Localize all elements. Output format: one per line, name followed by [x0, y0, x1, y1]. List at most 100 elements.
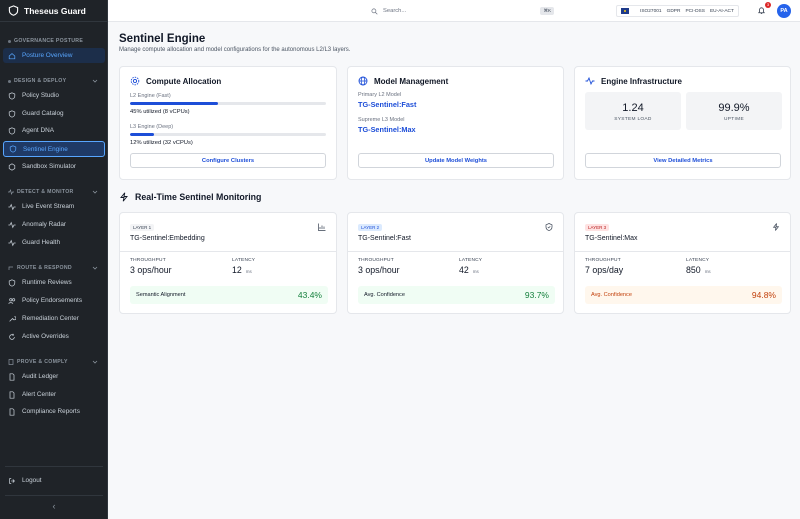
chart-icon — [318, 223, 326, 231]
metric-label: Avg. Confidence — [591, 292, 632, 298]
sidebar-item-guard-catalog[interactable]: Guard Catalog — [3, 106, 105, 121]
chevron-down-icon — [92, 79, 98, 83]
sidebar-item-anomaly-radar[interactable]: Anomaly Radar — [3, 217, 105, 232]
logout-icon — [9, 477, 15, 484]
sidebar-item-audit-ledger[interactable]: Audit Ledger — [3, 369, 105, 384]
pulse-icon — [8, 221, 16, 228]
section-prove-comply[interactable]: PROVE & COMPLY — [0, 355, 108, 369]
card-title: Model Management — [374, 76, 449, 86]
latency-value: 850 ms — [686, 265, 711, 275]
wrench-icon — [9, 315, 16, 322]
bolt-icon — [120, 192, 128, 202]
bolt-icon — [772, 223, 780, 231]
sidebar-item-label: Audit Ledger — [22, 373, 59, 380]
logout-button[interactable]: Logout — [3, 473, 105, 488]
throughput-label: THROUGHPUT — [585, 258, 621, 263]
pulse-icon — [8, 189, 14, 195]
sidebar-item-label: Guard Health — [22, 239, 61, 246]
section-dot — [8, 79, 11, 83]
refresh-icon — [9, 333, 15, 340]
globe-icon — [358, 76, 368, 86]
section-title: PROVE & COMPLY — [17, 359, 68, 365]
section-title: GOVERNANCE POSTURE — [14, 38, 84, 44]
l3-progress-bar — [130, 133, 326, 136]
sidebar-item-guard-health[interactable]: Guard Health — [3, 235, 105, 250]
shield-icon — [9, 145, 17, 153]
sidebar-item-live-event-stream[interactable]: Live Event Stream — [3, 199, 105, 214]
app-name: Theseus Guard — [24, 5, 86, 16]
sidebar-item-sentinel-engine[interactable]: Sentinel Engine — [3, 141, 105, 157]
uptime-stat: 99.9% UPTIME — [686, 92, 782, 130]
section-design-deploy[interactable]: DESIGN & DEPLOY — [0, 74, 108, 88]
sidebar-item-policy-endorsements[interactable]: Policy Endorsements — [3, 293, 105, 308]
layer-1-card: LAYER 1 TG-Sentinel:Embedding THROUGHPUT… — [119, 212, 337, 314]
throughput-value: 3 ops/hour — [130, 265, 172, 275]
chevron-down-icon — [92, 360, 98, 364]
primary-model-value: TG-Sentinel:Fast — [358, 100, 417, 109]
bell-icon[interactable] — [757, 6, 766, 15]
section-governance-posture: GOVERNANCE POSTURE — [0, 34, 108, 48]
latency-label: LATENCY — [686, 258, 710, 263]
sidebar-item-compliance-reports[interactable]: Compliance Reports — [3, 404, 105, 419]
sidebar-item-active-overrides[interactable]: Active Overrides — [3, 329, 105, 344]
sidebar-item-label: Sentinel Engine — [23, 145, 68, 153]
compliance-badges[interactable]: ISO27001 GDPR PCI-DSS EU-AI-ACT — [616, 5, 739, 17]
document-icon — [9, 407, 15, 416]
route-icon — [8, 266, 13, 270]
page-title: Sentinel Engine — [119, 33, 206, 45]
primary-model-label: Primary L2 Model — [358, 92, 402, 98]
uptime-label: UPTIME — [724, 117, 744, 122]
sidebar-item-alert-center[interactable]: Alert Center — [3, 387, 105, 402]
section-route-respond[interactable]: ROUTE & RESPOND — [0, 261, 108, 275]
section-title: ROUTE & RESPOND — [17, 265, 72, 271]
model-management-card: Model Management Primary L2 Model TG-Sen… — [347, 66, 564, 180]
chevron-down-icon — [92, 190, 98, 194]
section-title: DETECT & MONITOR — [17, 189, 74, 195]
update-model-weights-button[interactable]: Update Model Weights — [358, 153, 554, 168]
metric-label: Semantic Alignment — [136, 292, 186, 298]
document-icon — [9, 372, 15, 381]
card-header: Engine Infrastructure — [585, 76, 682, 86]
section-detect-monitor[interactable]: DETECT & MONITOR — [0, 185, 108, 199]
uptime-value: 99.9% — [718, 102, 750, 114]
sidebar-item-posture-overview[interactable]: Posture Overview — [3, 48, 105, 63]
divider — [5, 466, 103, 467]
sidebar-item-label: Alert Center — [22, 391, 57, 398]
latency-value: 42 ms — [459, 265, 479, 275]
brand[interactable]: Theseus Guard — [0, 0, 107, 22]
metric-row: Semantic Alignment 43.4% — [130, 286, 328, 304]
latency-unit: ms — [472, 269, 479, 274]
users-icon — [8, 297, 16, 304]
compliance-badge: ISO27001 — [640, 8, 662, 14]
avatar[interactable]: PA — [777, 4, 791, 18]
document-icon — [8, 359, 14, 365]
configure-clusters-button[interactable]: Configure Clusters — [130, 153, 326, 168]
sidebar-item-label: Guard Catalog — [22, 110, 64, 117]
search-input[interactable]: Search... ⌘K — [366, 4, 554, 18]
home-icon — [8, 52, 16, 59]
layer-2-card: LAYER 2 TG-Sentinel:Fast THROUGHPUT 3 op… — [347, 212, 564, 314]
latency-unit: ms — [245, 269, 252, 274]
page-subtitle: Manage compute allocation and model conf… — [119, 47, 351, 53]
sidebar-item-remediation-center[interactable]: Remediation Center — [3, 311, 105, 326]
latency-number: 42 — [459, 265, 469, 275]
card-title: Compute Allocation — [146, 76, 222, 86]
sidebar-item-policy-studio[interactable]: Policy Studio — [3, 88, 105, 103]
sidebar-item-label: Compliance Reports — [22, 408, 80, 415]
shield-icon — [8, 91, 16, 100]
divider — [5, 495, 103, 496]
collapse-sidebar-button[interactable]: ‹ — [48, 500, 60, 512]
view-detailed-metrics-button[interactable]: View Detailed Metrics — [585, 153, 781, 168]
document-icon — [9, 390, 15, 399]
sidebar-item-sandbox-simulator[interactable]: Sandbox Simulator — [3, 159, 105, 174]
l3-engine-label: L3 Engine (Deep) — [130, 124, 174, 130]
search-icon — [371, 8, 378, 15]
sidebar-item-runtime-reviews[interactable]: Runtime Reviews — [3, 275, 105, 290]
metric-value: 94.8% — [751, 290, 776, 300]
latency-value: 12 ms — [232, 265, 252, 275]
search-shortcut: ⌘K — [540, 7, 554, 15]
metric-row: Avg. Confidence 94.8% — [585, 286, 782, 304]
sidebar-item-agent-dna[interactable]: Agent DNA — [3, 123, 105, 138]
system-load-stat: 1.24 SYSTEM LOAD — [585, 92, 681, 130]
compliance-badge: PCI-DSS — [685, 8, 705, 14]
